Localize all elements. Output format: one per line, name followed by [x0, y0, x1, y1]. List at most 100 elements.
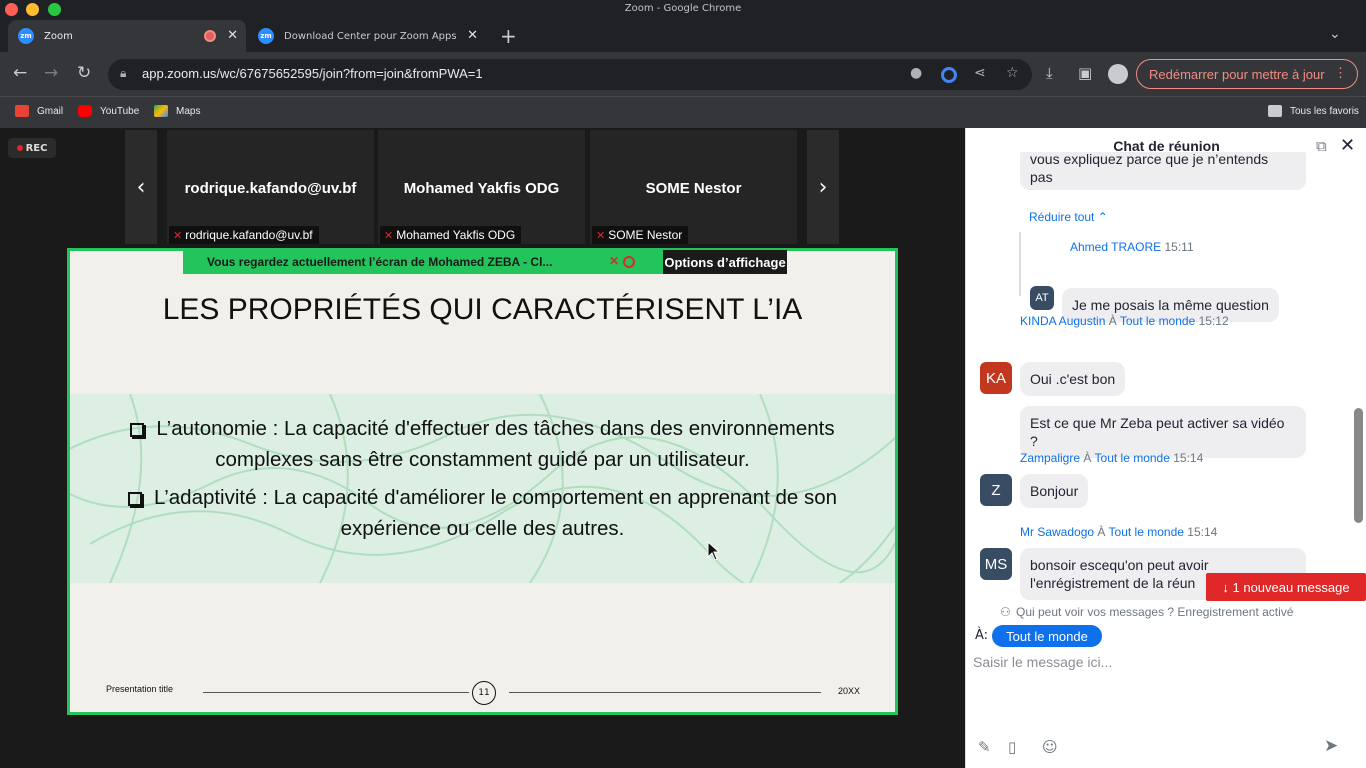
- microphone-icon[interactable]: ●: [910, 65, 922, 81]
- chevron-up-icon: ⌃: [1097, 210, 1108, 224]
- format-text-icon[interactable]: ✎: [978, 738, 991, 756]
- close-tab-icon[interactable]: ✕: [467, 28, 478, 43]
- recipient-name: Tout le monde: [1108, 525, 1184, 539]
- message-time: 15:11: [1164, 240, 1194, 254]
- mouse-cursor-icon: [707, 541, 721, 561]
- bookmarks-bar: Gmail YouTube Maps Tous les favoris: [0, 96, 1366, 128]
- view-options-button[interactable]: Options d’affichage: [663, 250, 787, 274]
- collapse-label: Réduire tout: [1029, 210, 1095, 224]
- file-attach-icon[interactable]: ▯: [1008, 738, 1016, 756]
- message-time: 15:12: [1198, 314, 1229, 328]
- reload-icon[interactable]: ↻: [77, 63, 91, 83]
- all-bookmarks[interactable]: Tous les favoris: [1268, 105, 1359, 117]
- google-lens-icon[interactable]: [941, 67, 957, 83]
- collapse-all-link[interactable]: Réduire tout ⌃: [1029, 210, 1108, 224]
- more-menu-icon[interactable]: ⋮: [1334, 65, 1347, 81]
- slide-page-number: 11: [472, 681, 496, 705]
- tab-title: Download Center pour Zoom Apps et module…: [284, 30, 459, 42]
- sender-name[interactable]: Mr Sawadogo: [1020, 525, 1094, 539]
- message-input[interactable]: [973, 650, 1353, 674]
- gallery-next-button[interactable]: ›: [807, 130, 839, 244]
- mic-muted-icon: ✕: [384, 229, 394, 242]
- participant-name: SOME Nestor: [645, 180, 742, 197]
- close-tab-icon[interactable]: ✕: [227, 28, 238, 43]
- zoom-favicon-icon: zm: [258, 28, 274, 44]
- send-icon[interactable]: ➤: [1324, 736, 1338, 756]
- message-time: 15:14: [1187, 525, 1218, 539]
- sender-name[interactable]: KINDA Augustin: [1020, 314, 1105, 328]
- participant-footer-name: rodrique.kafando@uv.bf: [185, 228, 313, 242]
- message-text: Est ce que Mr Zeba peut activer sa vidéo: [1030, 415, 1285, 431]
- bullet-autonomy-cont: complexes sans être constamment guidé pa…: [215, 448, 750, 471]
- gallery-prev-button[interactable]: ‹: [125, 130, 157, 244]
- bookmark-youtube[interactable]: YouTube: [78, 105, 139, 117]
- share-icon[interactable]: ⋖: [974, 65, 986, 81]
- bullet-text: L’adaptivité : La capacité d'améliorer l…: [153, 486, 838, 509]
- presentation-title: Presentation title: [106, 684, 174, 694]
- avatar: Z: [980, 474, 1012, 506]
- meeting-view: REC ‹ rodrique.kafando@uv.bf ✕ rodrique.k…: [0, 128, 965, 768]
- participant-tile[interactable]: Mohamed Yakfis ODG ✕ Mohamed Yakfis ODG: [378, 130, 585, 244]
- to-word: À: [1083, 451, 1092, 465]
- meeting-chat-panel: Chat de réunion ⧉ ✕ vous expliquez parce…: [965, 128, 1366, 768]
- mic-muted-icon: ✕: [596, 229, 606, 242]
- lock-icon: 🔒︎: [120, 66, 127, 80]
- thread-line: [1019, 232, 1021, 296]
- tab-strip: zm Zoom ✕ zm Download Center pour Zoom A…: [0, 20, 1366, 52]
- message-time: 15:14: [1173, 451, 1204, 465]
- message-header: KINDA Augustin À Tout le monde 15:12: [1020, 314, 1229, 328]
- chat-scrollbar[interactable]: [1354, 408, 1363, 523]
- recording-badge[interactable]: REC: [8, 138, 56, 158]
- chevron-right-icon: ›: [818, 174, 828, 200]
- message-header: Zampaligre À Tout le monde 15:14: [1020, 451, 1203, 465]
- participant-footer: ✕ Mohamed Yakfis ODG: [380, 226, 522, 244]
- sender-name[interactable]: Zampaligre: [1020, 451, 1080, 465]
- presenter-record-icon: [623, 256, 635, 268]
- sender-name[interactable]: Ahmed TRAORE: [1070, 240, 1161, 254]
- forward-icon[interactable]: →: [44, 63, 58, 83]
- relaunch-update-button[interactable]: Redémarrer pour mettre à jour ⋮: [1136, 59, 1358, 89]
- footer-rule: [509, 692, 821, 693]
- new-tab-icon[interactable]: +: [500, 24, 517, 48]
- slide-year: 20XX: [838, 686, 861, 696]
- privacy-notice[interactable]: ⚇ Qui peut voir vos messages ? Enregistr…: [1000, 605, 1293, 619]
- new-message-button[interactable]: ↓ 1 nouveau message: [1206, 573, 1366, 601]
- side-panel-icon[interactable]: ▣: [1078, 64, 1092, 82]
- address-bar[interactable]: 🔒︎ app.zoom.us/wc/67675652595/join?from=…: [108, 59, 1032, 90]
- tab-download-center[interactable]: zm Download Center pour Zoom Apps et mod…: [248, 20, 486, 52]
- bookmark-maps[interactable]: Maps: [154, 105, 200, 117]
- participant-tile[interactable]: SOME Nestor ✕ SOME Nestor: [590, 130, 797, 244]
- downloads-icon[interactable]: ⤓: [1046, 64, 1053, 82]
- chat-message-bubble: Oui .c'est bon: [1020, 362, 1126, 396]
- url-text[interactable]: app.zoom.us/wc/67675652595/join?from=joi…: [142, 66, 483, 81]
- chat-message-bubble: Bonjour: [1020, 474, 1089, 508]
- bookmark-gmail[interactable]: Gmail: [15, 105, 63, 117]
- checkbox-bullet-icon: [130, 422, 145, 437]
- participant-tile[interactable]: rodrique.kafando@uv.bf ✕ rodrique.kafando…: [167, 130, 374, 244]
- tab-search-chevron-icon[interactable]: ⌄: [1329, 26, 1341, 42]
- recipient-name: Tout le monde: [1119, 314, 1196, 328]
- gmail-icon: [15, 105, 29, 117]
- bookmark-label: Maps: [176, 105, 201, 117]
- share-banner: Vous regardez actuellement l’écran de Mo…: [183, 250, 663, 274]
- rec-label: REC: [25, 142, 48, 154]
- youtube-icon: [78, 105, 92, 117]
- chat-message-bubble: vous expliquez parce que je n’entends pa…: [1020, 152, 1306, 190]
- recipient-select[interactable]: Tout le monde: [992, 625, 1102, 647]
- participant-footer-name: Mohamed Yakfis ODG: [396, 228, 516, 242]
- shared-screen: Vous regardez actuellement l’écran de Mo…: [67, 248, 898, 715]
- slide-footer: Presentation title 11 20XX: [106, 681, 861, 705]
- to-word: À: [1097, 525, 1106, 539]
- bookmark-star-icon[interactable]: ☆: [1006, 65, 1019, 81]
- tab-title: Zoom: [44, 30, 73, 42]
- emoji-icon[interactable]: ☺: [1042, 738, 1058, 756]
- back-icon[interactable]: ←: [13, 63, 27, 83]
- participant-footer-name: SOME Nestor: [608, 228, 683, 242]
- tab-zoom[interactable]: zm Zoom ✕: [8, 20, 246, 52]
- slide-title: LES PROPRIÉTÉS QUI CARACTÉRISENT L’IA: [162, 293, 803, 326]
- participant-name: rodrique.kafando@uv.bf: [184, 180, 357, 197]
- profile-avatar-icon[interactable]: [1108, 64, 1128, 84]
- message-header: Ahmed TRAORE 15:11: [1070, 240, 1194, 254]
- participant-footer: ✕ SOME Nestor: [592, 226, 689, 244]
- people-icon: ⚇: [1000, 605, 1011, 619]
